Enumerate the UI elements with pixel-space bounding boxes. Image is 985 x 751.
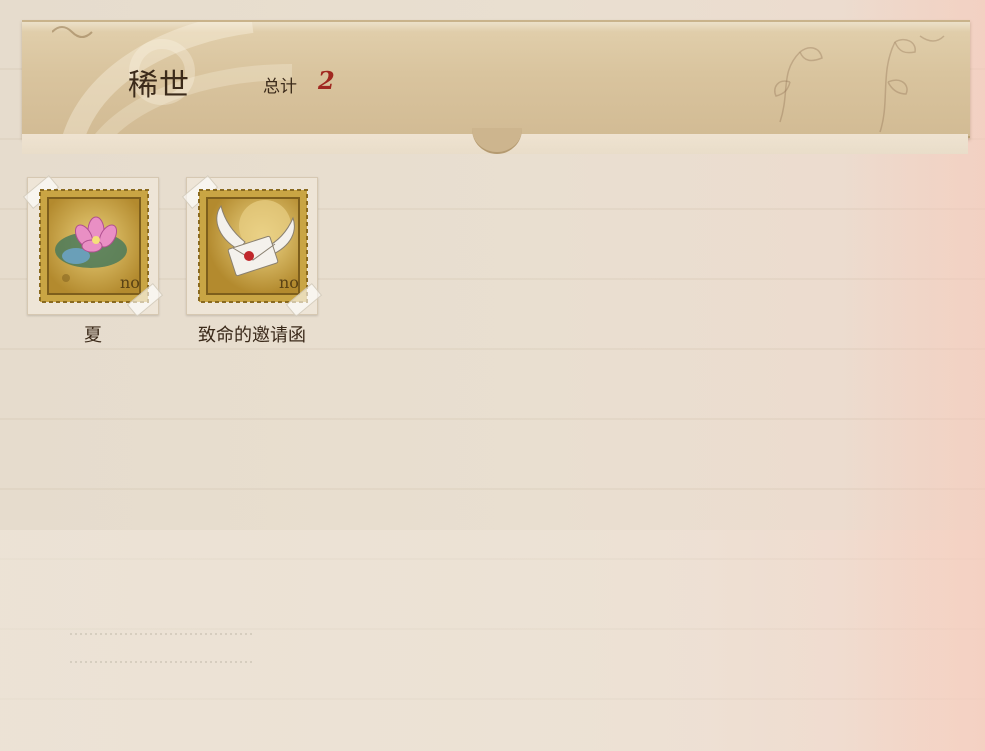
stamp-card[interactable]: no 致命的邀请函	[186, 177, 318, 347]
ruler-marks	[70, 633, 255, 663]
winged-letter-stamp-icon: no	[198, 189, 308, 303]
faint-ruler-decoration	[70, 628, 260, 668]
stamp-name: 致命的邀请函	[198, 325, 306, 346]
stamp-frame: no	[27, 177, 159, 315]
stamp-frame: no	[186, 177, 318, 315]
total-count: 2	[318, 66, 335, 95]
stamp-card[interactable]: no 夏	[27, 177, 159, 347]
svg-text:no: no	[279, 273, 299, 292]
banner-flower-sketch	[774, 35, 945, 133]
svg-text:no: no	[120, 273, 140, 292]
rarity-title: 稀世	[128, 68, 190, 103]
lotus-stamp-icon: no	[39, 189, 149, 303]
total-label: 总计	[263, 77, 297, 97]
stamp-name: 夏	[84, 325, 102, 346]
